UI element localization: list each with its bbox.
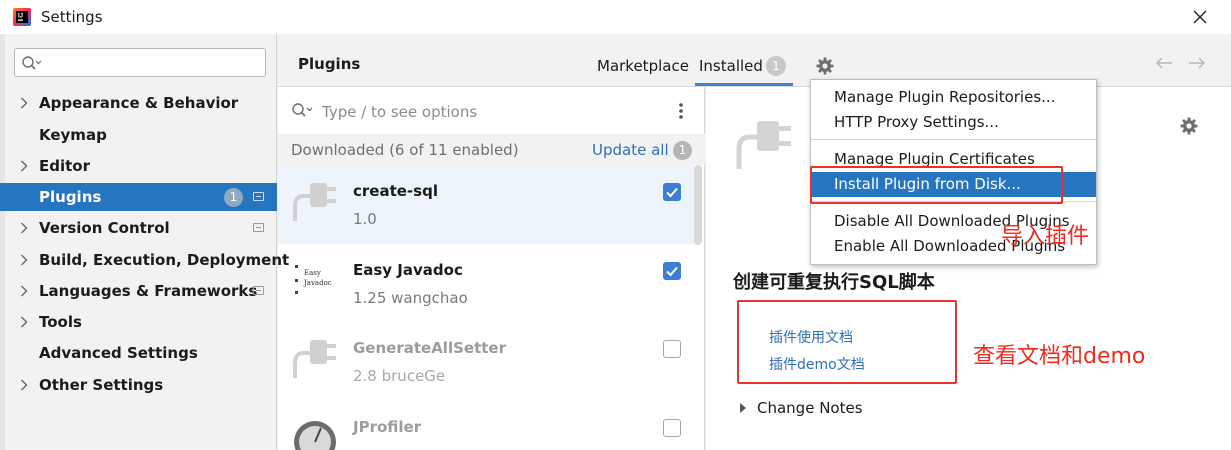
- plugin-enabled-checkbox[interactable]: [663, 183, 681, 201]
- sidebar-item-languages-frameworks[interactable]: Languages & Frameworks: [0, 277, 277, 305]
- update-all-link[interactable]: Update all: [592, 141, 669, 159]
- tab-installed[interactable]: Installed: [699, 57, 763, 75]
- plugin-name: Easy Javadoc: [353, 261, 463, 279]
- annotation-box: [810, 166, 1063, 204]
- scrollbar[interactable]: [694, 165, 702, 245]
- plugin-description-title: 创建可重复执行SQL脚本: [733, 272, 935, 293]
- plugin-list-item[interactable]: Easy Javadoc Easy Javadoc 1.25 wangchao: [278, 244, 694, 323]
- plugin-icon: [735, 117, 793, 173]
- page-title: Plugins: [298, 55, 361, 73]
- update-count-badge: 1: [224, 188, 243, 207]
- chevron-right-icon[interactable]: [739, 403, 747, 413]
- section-label: Downloaded (6 of 11 enabled): [291, 141, 519, 159]
- annotation-text: 查看文档和demo: [973, 344, 1146, 369]
- back-arrow-icon[interactable]: [1154, 55, 1174, 71]
- svg-text:Javadoc: Javadoc: [303, 279, 332, 287]
- chevron-right-icon[interactable]: [20, 254, 28, 266]
- svg-text:IJ: IJ: [18, 14, 23, 20]
- plugin-version-author: 2.8 bruceGe: [353, 367, 446, 385]
- chevron-right-icon[interactable]: [20, 222, 28, 234]
- project-settings-icon: [253, 286, 264, 295]
- sidebar-item-label: Build, Execution, Deployment: [39, 251, 290, 269]
- plugin-name: create-sql: [353, 182, 438, 200]
- sidebar-item-keymap[interactable]: Keymap: [0, 121, 277, 149]
- update-count-badge: 1: [673, 141, 692, 160]
- search-icon: [291, 102, 315, 119]
- menu-item-label: Manage Plugin Repositories...: [834, 88, 1056, 106]
- sidebar-item-label: Advanced Settings: [39, 344, 198, 362]
- chevron-right-icon[interactable]: [20, 97, 28, 109]
- sidebar-item-advanced-settings[interactable]: Advanced Settings: [0, 339, 277, 367]
- close-window-button[interactable]: [1190, 7, 1210, 27]
- sidebar-item-label: Plugins: [39, 188, 102, 206]
- sidebar-item-plugins[interactable]: Plugins 1: [0, 183, 277, 211]
- jprofiler-icon: [292, 416, 338, 450]
- more-options-icon[interactable]: [674, 100, 688, 122]
- sidebar-item-other-settings[interactable]: Other Settings: [0, 371, 277, 399]
- plugin-list-item[interactable]: GenerateAllSetter 2.8 bruceGe: [278, 322, 694, 401]
- project-settings-icon: [253, 192, 264, 201]
- plugin-icon: [292, 180, 338, 224]
- sidebar-item-appearance-behavior[interactable]: Appearance & Behavior: [0, 89, 277, 117]
- plugin-list-item[interactable]: JProfiler: [278, 401, 694, 450]
- plugin-version-author: 1.0: [353, 210, 377, 228]
- chevron-right-icon[interactable]: [20, 160, 28, 172]
- menu-item-manage-plugin-repositories[interactable]: Manage Plugin Repositories...: [811, 85, 1096, 110]
- usage-doc-link[interactable]: 插件使用文档: [769, 327, 853, 347]
- plugin-enabled-checkbox[interactable]: [663, 419, 681, 437]
- plugin-version-author: 1.25 wangchao: [353, 289, 468, 307]
- menu-item-http-proxy-settings[interactable]: HTTP Proxy Settings...: [811, 110, 1096, 135]
- plugin-icon: [292, 337, 338, 381]
- demo-doc-link[interactable]: 插件demo文档: [769, 354, 865, 374]
- project-settings-icon: [253, 223, 264, 232]
- sidebar-item-label: Editor: [39, 157, 90, 175]
- sidebar-item-label: Version Control: [39, 219, 170, 237]
- tab-marketplace[interactable]: Marketplace: [597, 57, 689, 75]
- sidebar-item-version-control[interactable]: Version Control: [0, 214, 277, 242]
- title-bar: [0, 0, 1231, 34]
- installed-count-badge: 1: [766, 56, 786, 76]
- intellij-app-icon: IJ: [13, 8, 31, 26]
- sidebar-item-label: Appearance & Behavior: [39, 94, 239, 112]
- window-title: Settings: [41, 8, 103, 26]
- plugin-enabled-checkbox[interactable]: [663, 262, 681, 280]
- sidebar-item-build-execution-deployment[interactable]: Build, Execution, Deployment: [0, 246, 289, 274]
- gear-icon[interactable]: [816, 57, 834, 75]
- chevron-right-icon[interactable]: [20, 379, 28, 391]
- chevron-right-icon[interactable]: [20, 285, 28, 297]
- sidebar-item-label: Languages & Frameworks: [39, 282, 258, 300]
- menu-separator: [811, 139, 1096, 140]
- gear-icon[interactable]: [1180, 117, 1198, 135]
- forward-arrow-icon[interactable]: [1187, 55, 1207, 71]
- change-notes-toggle[interactable]: Change Notes: [757, 399, 863, 417]
- sidebar-item-label: Keymap: [39, 126, 107, 144]
- annotation-text: 导入插件: [1001, 224, 1090, 249]
- sidebar-item-label: Other Settings: [39, 376, 164, 394]
- plugin-list-item[interactable]: create-sql 1.0: [278, 165, 694, 244]
- plugin-enabled-checkbox[interactable]: [663, 340, 681, 358]
- sidebar-item-tools[interactable]: Tools: [0, 308, 277, 336]
- menu-item-label: HTTP Proxy Settings...: [834, 113, 999, 131]
- sidebar-item-editor[interactable]: Editor: [0, 152, 277, 180]
- chevron-right-icon[interactable]: [20, 316, 28, 328]
- easy-javadoc-icon: Easy Javadoc: [292, 259, 338, 303]
- settings-search-input[interactable]: [14, 48, 266, 77]
- search-icon: [21, 55, 43, 71]
- sidebar-item-label: Tools: [39, 313, 82, 331]
- svg-text:Easy: Easy: [304, 269, 321, 277]
- plugin-name: JProfiler: [353, 418, 422, 436]
- plugin-search-input[interactable]: [322, 101, 652, 123]
- plugin-name: GenerateAllSetter: [353, 339, 506, 357]
